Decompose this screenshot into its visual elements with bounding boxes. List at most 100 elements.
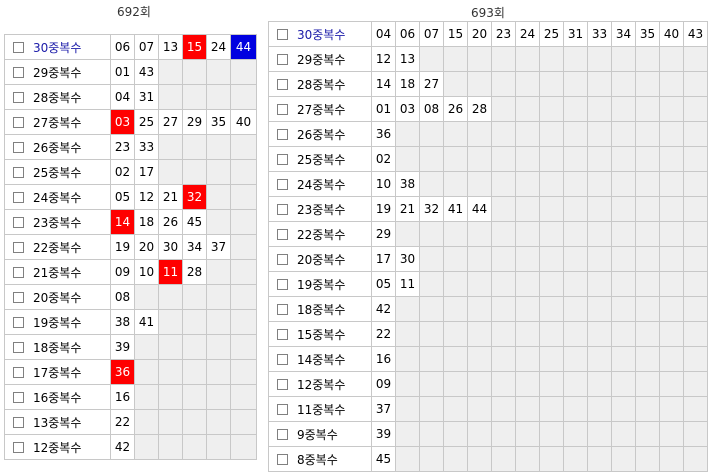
row-checkbox[interactable] xyxy=(13,166,24,178)
empty-cell xyxy=(683,446,708,472)
empty-cell xyxy=(611,121,636,147)
row-checkbox[interactable] xyxy=(13,391,24,403)
row-checkbox[interactable] xyxy=(277,53,288,65)
row-checkbox[interactable] xyxy=(277,78,288,90)
empty-cell xyxy=(467,171,492,197)
empty-cell xyxy=(611,171,636,197)
table-row: 12중복수 09 xyxy=(268,371,708,397)
row-label: 30중복수 xyxy=(33,40,82,55)
row-checkbox[interactable] xyxy=(13,216,24,228)
empty-cell xyxy=(395,146,420,172)
row-label-cell: 27중복수 xyxy=(4,109,111,135)
row-checkbox[interactable] xyxy=(277,153,288,165)
row-label: 9중복수 xyxy=(297,427,338,442)
empty-cell xyxy=(230,184,257,210)
number-cell: 12 xyxy=(371,46,396,72)
empty-cell xyxy=(683,121,708,147)
empty-cell xyxy=(491,296,516,322)
empty-cell xyxy=(539,71,564,97)
row-checkbox[interactable] xyxy=(277,178,288,190)
empty-cell xyxy=(515,146,540,172)
row-checkbox[interactable] xyxy=(13,316,24,328)
empty-cell xyxy=(158,84,183,110)
row-checkbox[interactable] xyxy=(13,241,24,253)
empty-cell xyxy=(611,246,636,272)
empty-cell xyxy=(182,359,207,385)
row-label-cell: 22중복수 xyxy=(4,234,111,260)
row-checkbox[interactable] xyxy=(277,378,288,390)
table-row: 22중복수 19 20 30 34 37 xyxy=(4,234,257,260)
empty-cell xyxy=(587,121,612,147)
number-cell: 10 xyxy=(371,171,396,197)
number-cell: 37 xyxy=(371,396,396,422)
row-checkbox[interactable] xyxy=(277,28,288,40)
row-checkbox[interactable] xyxy=(277,203,288,215)
table-row: 26중복수 36 xyxy=(268,121,708,147)
empty-cell xyxy=(635,396,660,422)
empty-cell xyxy=(230,309,257,335)
row-label: 20중복수 xyxy=(297,252,346,267)
row-checkbox[interactable] xyxy=(13,341,24,353)
row-checkbox[interactable] xyxy=(13,66,24,78)
row-checkbox[interactable] xyxy=(277,278,288,290)
empty-cell xyxy=(443,321,468,347)
row-checkbox[interactable] xyxy=(277,353,288,365)
row-checkbox[interactable] xyxy=(13,441,24,453)
number-cell: 17 xyxy=(371,246,396,272)
row-checkbox[interactable] xyxy=(277,453,288,465)
row-label: 11중복수 xyxy=(297,402,346,417)
empty-cell xyxy=(182,334,207,360)
row-checkbox[interactable] xyxy=(277,428,288,440)
row-label: 26중복수 xyxy=(297,127,346,142)
row-checkbox[interactable] xyxy=(13,116,24,128)
row-checkbox[interactable] xyxy=(277,403,288,415)
row-checkbox[interactable] xyxy=(13,416,24,428)
empty-cell xyxy=(182,434,207,460)
row-checkbox[interactable] xyxy=(13,366,24,378)
row-checkbox[interactable] xyxy=(277,328,288,340)
empty-cell xyxy=(659,96,684,122)
empty-cell xyxy=(419,221,444,247)
row-checkbox[interactable] xyxy=(13,141,24,153)
number-cell: 01 xyxy=(371,96,396,122)
empty-cell xyxy=(635,121,660,147)
empty-cell xyxy=(515,221,540,247)
row-checkbox[interactable] xyxy=(13,191,24,203)
number-cell: 17 xyxy=(134,159,159,185)
empty-cell xyxy=(635,296,660,322)
row-label: 25중복수 xyxy=(297,152,346,167)
row-checkbox[interactable] xyxy=(13,91,24,103)
empty-cell xyxy=(443,396,468,422)
empty-cell xyxy=(587,346,612,372)
number-cell: 22 xyxy=(371,321,396,347)
number-cell: 08 xyxy=(110,284,135,310)
number-cell: 40 xyxy=(230,109,257,135)
empty-cell xyxy=(563,121,588,147)
row-label: 23중복수 xyxy=(297,202,346,217)
number-cell: 01 xyxy=(110,59,135,85)
number-cell: 25 xyxy=(539,21,564,47)
row-checkbox[interactable] xyxy=(277,228,288,240)
empty-cell xyxy=(515,396,540,422)
row-checkbox[interactable] xyxy=(277,303,288,315)
row-checkbox[interactable] xyxy=(13,266,24,278)
row-label-cell: 18중복수 xyxy=(268,296,372,322)
row-checkbox[interactable] xyxy=(13,291,24,303)
number-cell: 43 xyxy=(134,59,159,85)
table-row: 13중복수 22 xyxy=(4,409,257,435)
row-checkbox[interactable] xyxy=(277,253,288,265)
number-cell: 22 xyxy=(110,409,135,435)
row-checkbox[interactable] xyxy=(277,103,288,115)
empty-cell xyxy=(206,59,231,85)
empty-cell xyxy=(539,96,564,122)
number-cell: 41 xyxy=(134,309,159,335)
empty-cell xyxy=(230,84,257,110)
empty-cell xyxy=(563,171,588,197)
table-row: 22중복수 29 xyxy=(268,221,708,247)
empty-cell xyxy=(635,221,660,247)
number-cell: 15 xyxy=(182,34,207,60)
row-checkbox[interactable] xyxy=(13,41,24,53)
row-checkbox[interactable] xyxy=(277,128,288,140)
empty-cell xyxy=(563,246,588,272)
number-cell: 27 xyxy=(419,71,444,97)
